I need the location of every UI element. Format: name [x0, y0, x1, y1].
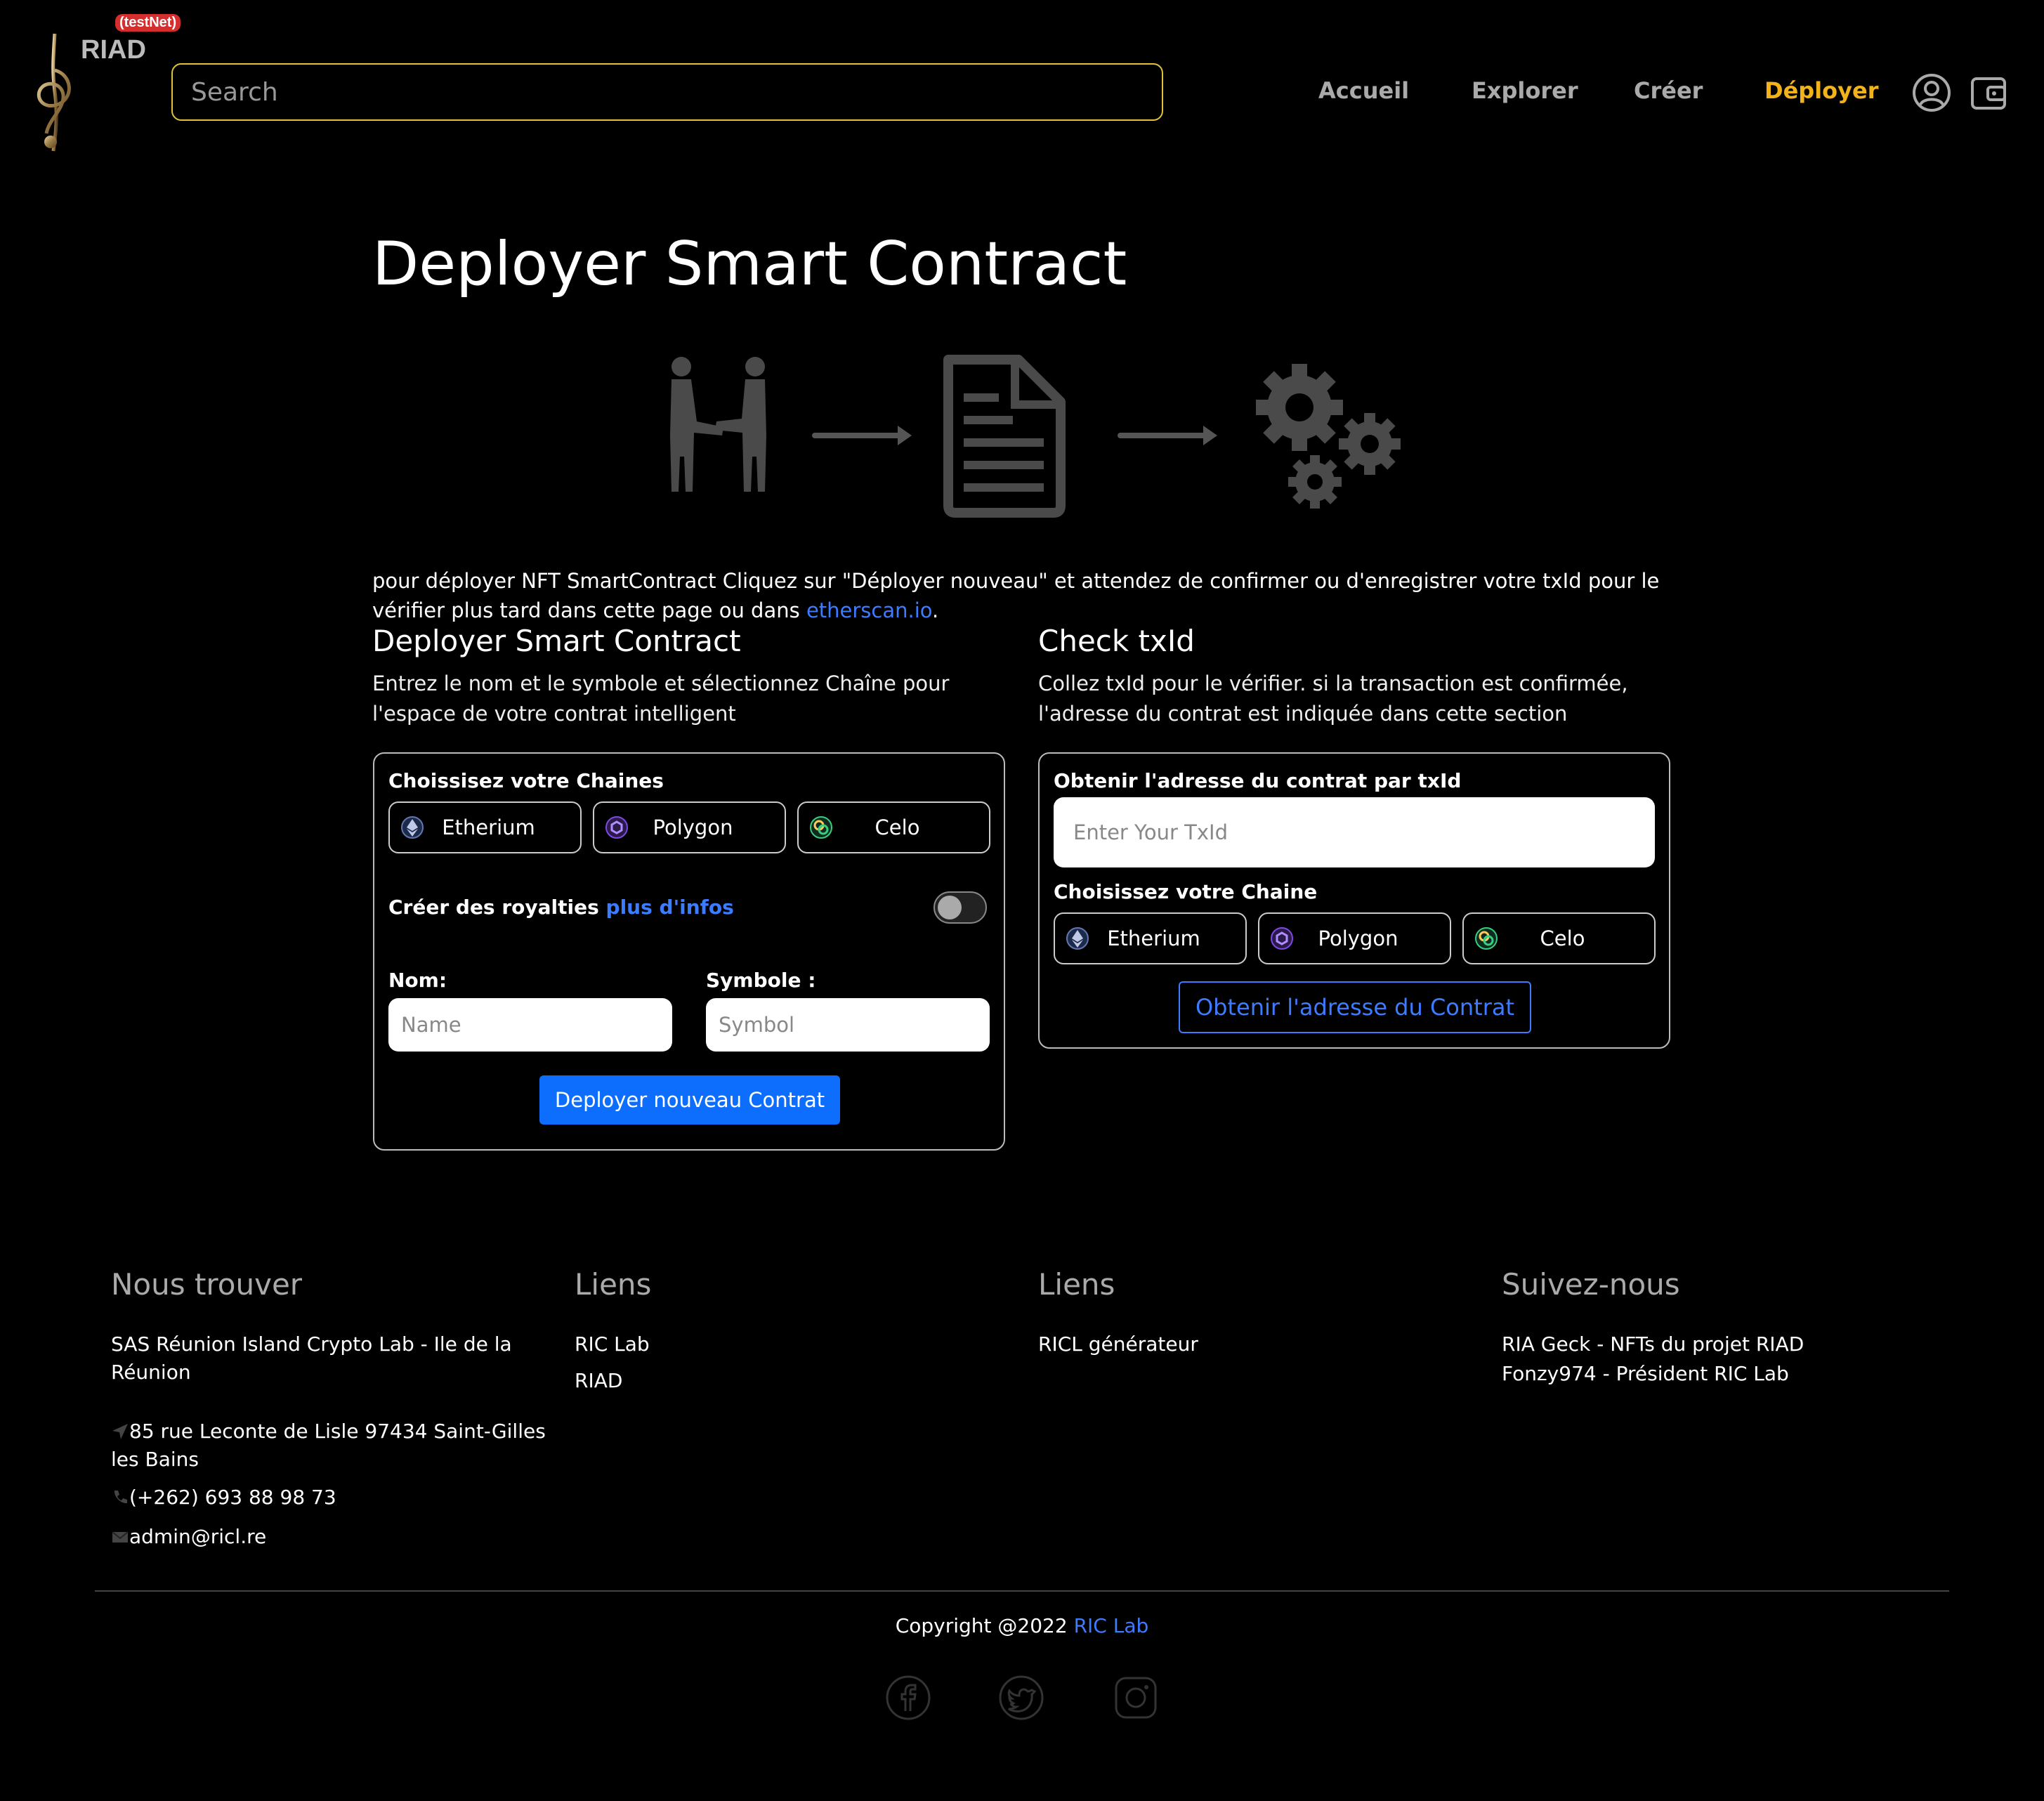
name-input[interactable]	[388, 998, 672, 1052]
symbol-input[interactable]	[706, 998, 990, 1052]
location-arrow-icon	[112, 1424, 128, 1439]
txid-label: Obtenir l'adresse du contrat par txId	[1054, 769, 1462, 792]
check-chain-etherium-button[interactable]: Etherium	[1054, 912, 1247, 964]
name-label: Nom:	[388, 969, 447, 992]
polygon-icon	[1269, 926, 1295, 951]
footer-heading-links-2: Liens	[1038, 1267, 1115, 1302]
chain-etherium-button[interactable]: Etherium	[388, 801, 582, 853]
footer-heading-contact: Nous trouver	[111, 1267, 303, 1302]
nav-explorer[interactable]: Explorer	[1472, 77, 1578, 104]
check-description: Collez txId pour le vérifier. si la tran…	[1038, 672, 1628, 726]
handshake-icon	[670, 357, 766, 492]
testnet-badge: (testNet)	[115, 14, 181, 32]
gears-icon	[1256, 364, 1401, 509]
footer-phone: (+262) 693 88 98 73	[111, 1484, 336, 1512]
royalties-toggle[interactable]	[933, 891, 987, 924]
check-chain-polygon-button[interactable]: Polygon	[1258, 912, 1451, 964]
footer-link-fonzy974[interactable]: Fonzy974 - Président RIC Lab	[1502, 1360, 1789, 1388]
check-chain-celo-button[interactable]: Celo	[1462, 912, 1656, 964]
twitter-icon[interactable]	[998, 1675, 1044, 1721]
celo-icon	[808, 815, 834, 840]
copyright: Copyright @2022 RIC Lab	[895, 1614, 1149, 1637]
document-icon	[943, 355, 1066, 518]
etherscan-link[interactable]: etherscan.io	[806, 598, 932, 622]
footer-link-riad[interactable]: RIAD	[575, 1367, 622, 1395]
search-input[interactable]	[173, 65, 1162, 119]
footer-divider	[95, 1590, 1949, 1592]
wallet-icon[interactable]	[1968, 72, 2010, 114]
deploy-contract-button[interactable]: Deployer nouveau Contrat	[539, 1075, 840, 1125]
phone-icon	[114, 1491, 127, 1504]
deploy-heading: Deployer Smart Contract	[372, 624, 741, 658]
deploy-process-illustration	[660, 351, 1419, 520]
check-heading: Check txId	[1038, 624, 1195, 658]
polygon-icon	[604, 815, 629, 840]
get-contract-address-button[interactable]: Obtenir l'adresse du Contrat	[1179, 981, 1531, 1033]
arrow-right-icon	[812, 426, 912, 445]
nav-accueil[interactable]: Accueil	[1318, 77, 1409, 104]
user-circle-icon[interactable]	[1911, 72, 1953, 114]
deploy-card: Choissisez votre Chaines Etherium Polygo…	[373, 752, 1005, 1151]
footer-link-ria-geck[interactable]: RIA Geck - NFTs du projet RIAD	[1502, 1330, 1804, 1358]
mail-icon	[112, 1531, 129, 1543]
check-card: Obtenir l'adresse du contrat par txId Ch…	[1038, 752, 1670, 1049]
chains-label: Choissisez votre Chaines	[388, 769, 664, 792]
footer-heading-social: Suivez-nous	[1502, 1267, 1680, 1302]
ethereum-icon	[1065, 926, 1090, 951]
celo-icon	[1474, 926, 1499, 951]
footer-email: admin@ricl.re	[111, 1523, 266, 1551]
toggle-knob	[938, 896, 962, 919]
copyright-riclab-link[interactable]: RIC Lab	[1074, 1614, 1149, 1637]
intro-text: pour déployer NFT SmartContract Cliquez …	[372, 569, 1660, 622]
royalties-info-link[interactable]: plus d'infos	[606, 896, 734, 919]
footer-heading-links-1: Liens	[575, 1267, 652, 1302]
chain-celo-button[interactable]: Celo	[797, 801, 990, 853]
arrow-right-icon	[1118, 426, 1217, 445]
royalties-label: Créer des royalties plus d'infos	[388, 896, 734, 919]
txid-input[interactable]	[1054, 797, 1655, 867]
page-title: Deployer Smart Contract	[372, 229, 1127, 299]
nav-deployer[interactable]: Déployer	[1764, 77, 1878, 104]
symbol-label: Symbole :	[706, 969, 816, 992]
instagram-icon[interactable]	[1113, 1675, 1159, 1721]
footer-company: SAS Réunion Island Crypto Lab - Ile de l…	[111, 1332, 512, 1384]
footer-link-riclab[interactable]: RIC Lab	[575, 1330, 650, 1358]
ethereum-icon	[400, 815, 425, 840]
search-bar[interactable]	[171, 63, 1163, 121]
check-chain-label: Choisissez votre Chaine	[1054, 880, 1318, 903]
chain-polygon-button[interactable]: Polygon	[593, 801, 786, 853]
nav-creer[interactable]: Créer	[1634, 77, 1703, 104]
footer-address: 85 rue Leconte de Lisle 97434 Saint-Gill…	[111, 1420, 546, 1471]
deploy-description: Entrez le nom et le symbole et sélection…	[372, 672, 950, 726]
logo-text: RIAD	[81, 35, 146, 65]
facebook-icon[interactable]	[885, 1675, 931, 1721]
footer-link-ricl-generateur[interactable]: RICL générateur	[1038, 1330, 1198, 1358]
